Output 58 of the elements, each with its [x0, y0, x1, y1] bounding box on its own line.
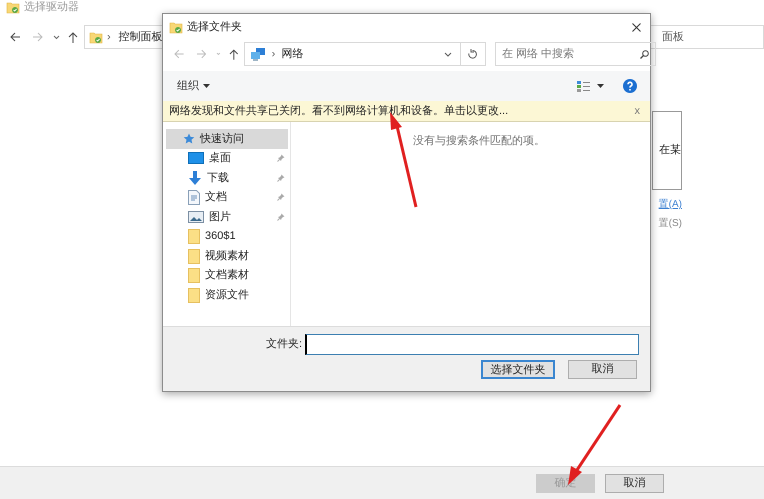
info-bar[interactable]: 网络发现和文件共享已关闭。看不到网络计算机和设备。单击以更改... x: [163, 101, 650, 122]
document-icon: [188, 190, 200, 205]
up-icon[interactable]: [229, 48, 239, 60]
breadcrumb[interactable]: 面板: [662, 28, 684, 46]
dropdown-icon[interactable]: [444, 52, 452, 56]
dropdown-icon[interactable]: [53, 34, 60, 40]
sidebar-item[interactable]: 文档素材: [166, 266, 288, 285]
folder-icon: [188, 248, 200, 264]
option-label: 置(S): [658, 216, 682, 231]
link[interactable]: 置(A): [658, 197, 682, 212]
breadcrumb[interactable]: 控制面板: [118, 28, 163, 46]
info-message[interactable]: 网络发现和文件共享已关闭。看不到网络计算机和设备。单击以更改...: [169, 102, 508, 120]
cancel-button[interactable]: 取消: [568, 360, 637, 379]
refresh-button[interactable]: [460, 42, 486, 66]
view-icon: [577, 80, 590, 92]
folder-icon: [169, 20, 183, 34]
caret-icon: [597, 84, 604, 88]
select-folder-button[interactable]: 选择文件夹: [481, 360, 555, 379]
back-icon[interactable]: [10, 32, 21, 42]
breadcrumb[interactable]: 网络: [281, 46, 304, 62]
folder-input-field[interactable]: [305, 334, 640, 355]
view-options-button[interactable]: [577, 80, 604, 92]
separator: ›: [272, 46, 276, 62]
folder-label: 文件夹:: [266, 336, 302, 352]
down-arrow-icon: [188, 170, 202, 185]
sidebar-item[interactable]: 图片: [166, 207, 288, 226]
up-icon[interactable]: [68, 32, 78, 42]
sidebar-item[interactable]: 下载: [166, 168, 288, 188]
folder-icon: [188, 228, 200, 244]
picture-icon: [188, 210, 204, 223]
organize-menu[interactable]: 组织: [177, 78, 210, 94]
address-bar[interactable]: › 网络: [244, 42, 461, 66]
sidebar-item[interactable]: 桌面: [166, 148, 288, 168]
description-panel: 在某: [652, 111, 682, 190]
search-icon: [640, 50, 649, 58]
desktop-icon: [188, 152, 204, 164]
search-field[interactable]: 在 网络 中搜索: [494, 42, 656, 66]
empty-message: 没有与搜索条件匹配的项。: [413, 135, 545, 147]
folder-icon: [89, 30, 103, 44]
folder-icon: [6, 0, 20, 14]
folder-icon: [188, 286, 200, 303]
dismiss-button[interactable]: x: [634, 102, 640, 120]
star-icon: [183, 132, 195, 145]
sidebar-item[interactable]: 360$1: [166, 226, 288, 246]
separator: ›: [107, 30, 111, 45]
sidebar-item[interactable]: 快速访问: [166, 129, 288, 148]
network-icon: [250, 47, 266, 61]
caret-icon: [203, 84, 210, 88]
help-icon[interactable]: [623, 79, 637, 93]
refresh-icon: [468, 49, 478, 59]
window-title: 选择驱动器: [24, 0, 79, 15]
cancel-button[interactable]: 取消: [605, 474, 664, 492]
dialog-title: 选择文件夹: [187, 20, 242, 35]
sidebar-item[interactable]: 资源文件: [166, 285, 288, 304]
close-icon[interactable]: [632, 22, 641, 32]
sidebar-item[interactable]: 文档: [166, 188, 288, 207]
sidebar-item[interactable]: 视频素材: [166, 246, 288, 266]
folder-icon: [188, 267, 200, 284]
